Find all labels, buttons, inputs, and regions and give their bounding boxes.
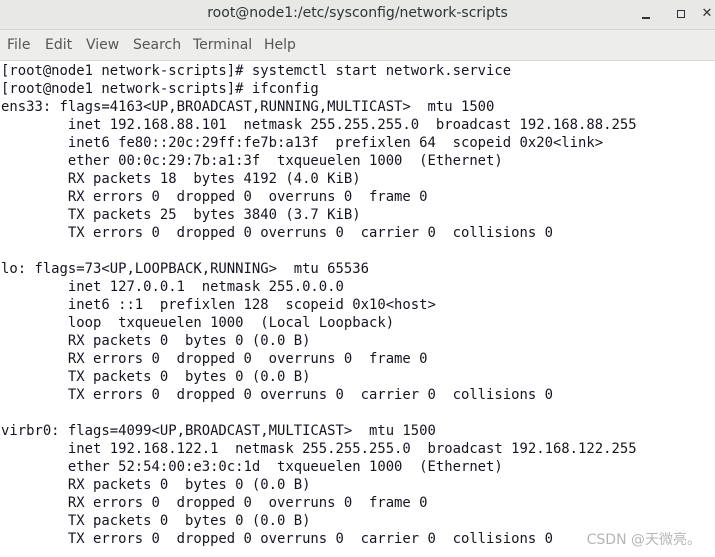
title-bar[interactable]: root@node1:/etc/sysconfig/network-script… — [0, 0, 715, 30]
terminal-line: RX errors 0 dropped 0 overruns 0 frame 0 — [1, 351, 428, 367]
terminal-line: inet 192.168.122.1 netmask 255.255.255.0… — [1, 441, 637, 457]
watermark: CSDN @天微亮。 — [586, 532, 701, 548]
terminal-line: TX errors 0 dropped 0 overruns 0 carrier… — [1, 387, 553, 403]
terminal-line: lo: flags=73<UP,LOOPBACK,RUNNING> mtu 65… — [1, 261, 369, 277]
maximize-icon — [677, 10, 685, 18]
terminal-line: inet 192.168.88.101 netmask 255.255.255.… — [1, 117, 637, 133]
terminal-line: TX errors 0 dropped 0 overruns 0 carrier… — [1, 225, 553, 241]
menu-file[interactable]: File — [7, 37, 30, 53]
terminal-line: RX errors 0 dropped 0 overruns 0 frame 0 — [1, 189, 428, 205]
terminal-line: TX packets 0 bytes 0 (0.0 B) — [1, 513, 311, 529]
terminal-line: loop txqueuelen 1000 (Local Loopback) — [1, 315, 395, 331]
minimize-button[interactable] — [636, 4, 656, 24]
terminal-line: virbr0: flags=4099<UP,BROADCAST,MULTICAS… — [1, 423, 436, 439]
terminal-line: RX packets 0 bytes 0 (0.0 B) — [1, 333, 311, 349]
menu-search[interactable]: Search — [133, 37, 181, 53]
terminal-line: TX packets 25 bytes 3840 (3.7 KiB) — [1, 207, 361, 223]
close-icon: ✕ — [701, 6, 713, 21]
terminal-line: [root@node1 network-scripts]# systemctl … — [1, 63, 512, 79]
menu-view[interactable]: View — [86, 37, 119, 53]
terminal-line: RX packets 18 bytes 4192 (4.0 KiB) — [1, 171, 361, 187]
maximize-button[interactable] — [671, 4, 691, 24]
terminal-line: [root@node1 network-scripts]# ifconfig — [1, 81, 319, 97]
terminal-line: ens33: flags=4163<UP,BROADCAST,RUNNING,M… — [1, 99, 495, 115]
menu-help[interactable]: Help — [264, 37, 296, 53]
terminal-output[interactable]: [root@node1 network-scripts]# systemctl … — [0, 61, 715, 557]
terminal-line: ether 52:54:00:e3:0c:1d txqueuelen 1000 … — [1, 459, 503, 475]
window-title: root@node1:/etc/sysconfig/network-script… — [207, 5, 508, 21]
terminal-line: RX errors 0 dropped 0 overruns 0 frame 0 — [1, 495, 428, 511]
terminal-line: TX packets 0 bytes 0 (0.0 B) — [1, 369, 311, 385]
menu-bar: File Edit View Search Terminal Help — [0, 30, 715, 61]
minimize-icon — [642, 17, 650, 19]
menu-terminal[interactable]: Terminal — [193, 37, 252, 53]
terminal-line: ether 00:0c:29:7b:a1:3f txqueuelen 1000 … — [1, 153, 503, 169]
terminal-line: inet 127.0.0.1 netmask 255.0.0.0 — [1, 279, 344, 295]
terminal-line: inet6 ::1 prefixlen 128 scopeid 0x10<hos… — [1, 297, 436, 313]
terminal-line: inet6 fe80::20c:29ff:fe7b:a13f prefixlen… — [1, 135, 604, 151]
terminal-line: TX errors 0 dropped 0 overruns 0 carrier… — [1, 531, 553, 547]
close-button[interactable]: ✕ — [697, 4, 715, 24]
menu-edit[interactable]: Edit — [45, 37, 72, 53]
terminal-window: root@node1:/etc/sysconfig/network-script… — [0, 0, 715, 557]
terminal-line: RX packets 0 bytes 0 (0.0 B) — [1, 477, 311, 493]
